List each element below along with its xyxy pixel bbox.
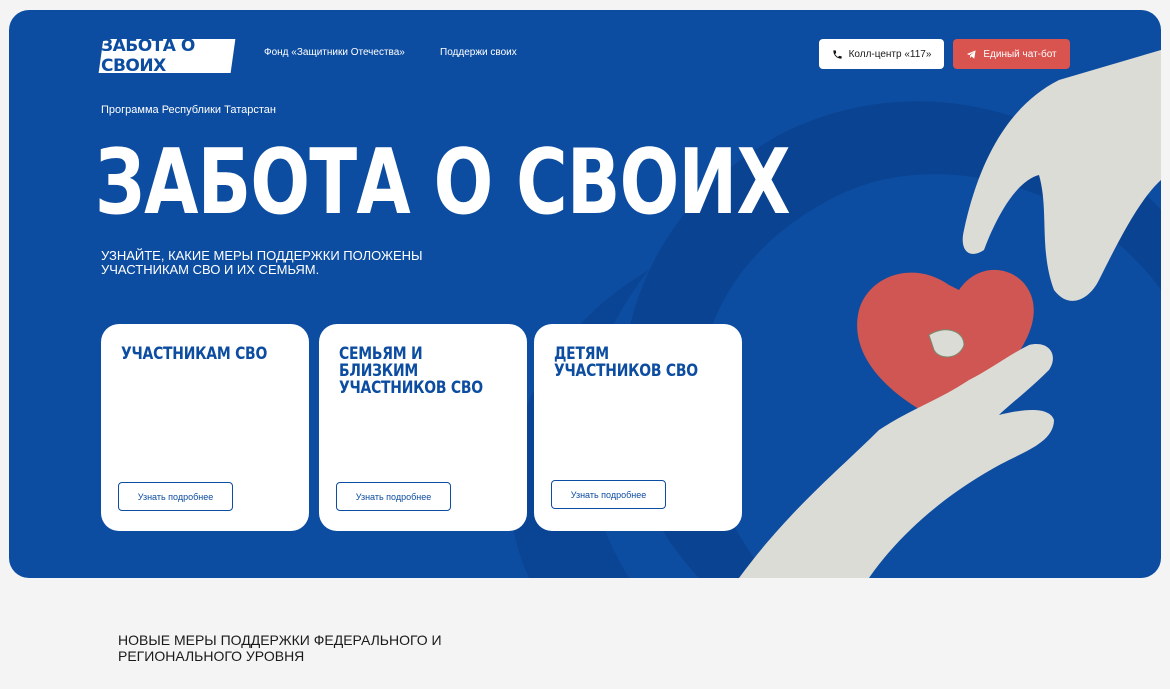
learn-more-button[interactable]: Узнать подробнее [336, 482, 451, 511]
upper-hand [962, 50, 1161, 301]
learn-more-button[interactable]: Узнать подробнее [118, 482, 233, 511]
section-title: НОВЫЕ МЕРЫ ПОДДЕРЖКИ ФЕДЕРАЛЬНОГО И РЕГИ… [118, 632, 442, 664]
card-children[interactable]: ДЕТЯМ УЧАСТНИКОВ СВО Узнать подробнее [534, 324, 742, 531]
call-center-button[interactable]: Колл-центр «117» [819, 39, 944, 69]
nav-link-support[interactable]: Поддержи своих [440, 47, 517, 58]
chatbot-button[interactable]: Единый чат-бот [953, 39, 1070, 69]
card-title: УЧАСТНИКАМ СВО [121, 344, 268, 364]
card-participants[interactable]: УЧАСТНИКАМ СВО Узнать подробнее [101, 324, 309, 531]
card-title: СЕМЬЯМ И БЛИЗКИМ УЧАСТНИКОВ СВО [339, 344, 483, 398]
hero-banner: ЗАБОТА О СВОИХ Фонд «Защитники Отечества… [9, 10, 1161, 578]
telegram-icon [967, 49, 976, 59]
program-label: Программа Республики Татарстан [101, 104, 276, 116]
logo-text: ЗАБОТА О СВОИХ [101, 36, 195, 76]
learn-more-button[interactable]: Узнать подробнее [551, 480, 666, 509]
phone-icon [832, 49, 842, 59]
call-center-label: Колл-центр «117» [848, 48, 932, 60]
card-families[interactable]: СЕМЬЯМ И БЛИЗКИМ УЧАСТНИКОВ СВО Узнать п… [319, 324, 527, 531]
hero-subtitle: УЗНАЙТЕ, КАКИЕ МЕРЫ ПОДДЕРЖКИ ПОЛОЖЕНЫ У… [101, 248, 423, 277]
hero-title: ЗАБОТА О СВОИХ [95, 130, 791, 235]
logo[interactable]: ЗАБОТА О СВОИХ [98, 36, 236, 76]
nav-link-fund[interactable]: Фонд «Защитники Отечества» [264, 47, 405, 58]
chatbot-label: Единый чат-бот [983, 48, 1057, 60]
card-title: ДЕТЯМ УЧАСТНИКОВ СВО [554, 344, 698, 381]
